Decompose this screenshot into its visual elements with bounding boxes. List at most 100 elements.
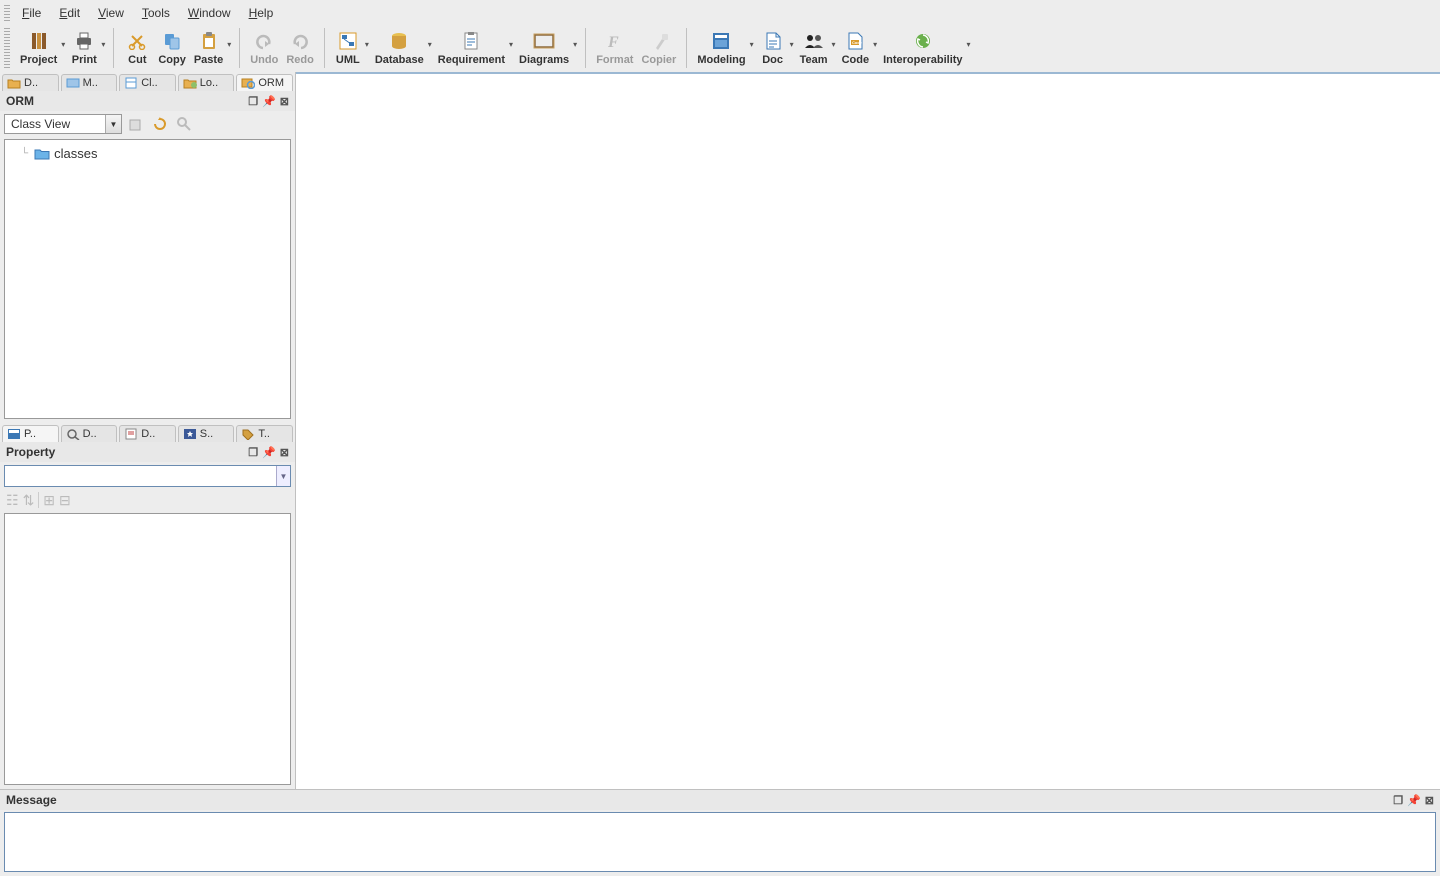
tab-d2[interactable]: D.. (61, 425, 118, 442)
copier-button[interactable]: Copier (637, 28, 680, 68)
code-icon: Code (846, 30, 864, 52)
doc-tab-icon (124, 428, 138, 440)
restore-icon[interactable]: ❐ (248, 446, 258, 459)
interoperability-button[interactable]: Interoperability (879, 28, 966, 68)
menu-tools[interactable]: Tools (134, 4, 178, 22)
modeling-icon (711, 30, 731, 52)
property-selector-combo[interactable]: ▼ (4, 465, 291, 487)
database-button[interactable]: Database (371, 28, 428, 68)
doc-label: Doc (762, 54, 783, 66)
cut-button[interactable]: Cut (120, 28, 154, 68)
redo-button[interactable]: Redo (282, 28, 318, 68)
interoperability-dropdown[interactable]: ▾ (967, 40, 973, 57)
chevron-down-icon[interactable]: ▼ (276, 466, 290, 486)
stereotype-icon (183, 428, 197, 440)
categorize-icon[interactable]: ☷ (6, 492, 19, 509)
property-toolbar: ☷ ⇅ ⊞ ⊟ (0, 490, 295, 513)
property-title: Property (6, 445, 55, 459)
orm-title: ORM (6, 94, 34, 108)
menu-edit[interactable]: Edit (51, 4, 88, 22)
undo-label: Undo (250, 54, 278, 66)
team-button[interactable]: Team (796, 28, 832, 68)
restore-icon[interactable]: ❐ (1393, 794, 1403, 807)
close-icon[interactable]: ⊠ (280, 95, 289, 108)
orm-toolbar: Class View ▼ (0, 111, 295, 137)
format-button[interactable]: F Format (592, 28, 637, 68)
project-icon (29, 30, 49, 52)
message-body[interactable] (4, 812, 1436, 872)
diagrams-icon (533, 30, 555, 52)
database-icon (389, 30, 409, 52)
property-grid[interactable] (4, 513, 291, 785)
pin-icon[interactable]: 📌 (262, 95, 276, 108)
print-dropdown[interactable]: ▾ (101, 40, 107, 57)
tab-cl[interactable]: Cl.. (119, 74, 176, 91)
left-column: D.. M.. Cl.. Lo.. ORM ORM ❐ � (0, 72, 296, 789)
pin-icon[interactable]: 📌 (262, 446, 276, 459)
cut-icon (128, 30, 146, 52)
tab-lo[interactable]: Lo.. (178, 74, 235, 91)
search-icon[interactable] (174, 114, 194, 134)
doc-button[interactable]: Doc (756, 28, 790, 68)
class-icon (124, 77, 138, 89)
close-icon[interactable]: ⊠ (1425, 794, 1434, 807)
collapse-icon[interactable]: ⊟ (59, 492, 71, 509)
preview-icon (66, 428, 80, 440)
print-button[interactable]: Print (67, 28, 101, 68)
menu-file[interactable]: File (14, 4, 49, 22)
tab-d3[interactable]: D.. (119, 425, 176, 442)
format-icon: F (606, 30, 624, 52)
main-row: D.. M.. Cl.. Lo.. ORM ORM ❐ � (0, 72, 1440, 789)
close-icon[interactable]: ⊠ (280, 446, 289, 459)
modeling-button[interactable]: Modeling (693, 28, 749, 68)
print-label: Print (72, 54, 97, 66)
diagram-canvas[interactable] (296, 72, 1440, 789)
tree-node-classes[interactable]: └ classes (9, 144, 286, 163)
requirement-icon (461, 30, 481, 52)
tab-s[interactable]: S.. (178, 425, 235, 442)
menu-window[interactable]: Window (180, 4, 239, 22)
copy-icon (162, 30, 182, 52)
logical-icon (183, 77, 197, 89)
tab-orm[interactable]: ORM (236, 74, 293, 91)
restore-icon[interactable]: ❐ (248, 95, 258, 108)
menubar-grip (4, 5, 10, 21)
interoperability-label: Interoperability (883, 54, 962, 66)
menu-view[interactable]: View (90, 4, 132, 22)
toolbar-grip (4, 28, 10, 68)
tab-p[interactable]: P.. (2, 425, 59, 442)
diagrams-dropdown[interactable]: ▾ (573, 40, 579, 57)
tab-d1[interactable]: D.. (2, 74, 59, 91)
orm-tree[interactable]: └ classes (4, 139, 291, 419)
sort-icon[interactable]: ⇅ (23, 492, 35, 509)
paste-label: Paste (194, 54, 223, 66)
uml-button[interactable]: UML (331, 28, 365, 68)
menu-help[interactable]: Help (241, 4, 282, 22)
orm-panel-header: ORM ❐ 📌 ⊠ (0, 91, 295, 111)
code-button[interactable]: Code Code (838, 28, 874, 68)
paste-dropdown[interactable]: ▾ (227, 40, 233, 57)
menubar: File Edit View Tools Window Help (0, 0, 1440, 26)
pin-icon[interactable]: 📌 (1407, 794, 1421, 807)
refresh-icon[interactable] (150, 114, 170, 134)
svg-text:F: F (607, 34, 619, 50)
undo-button[interactable]: Undo (246, 28, 282, 68)
new-item-icon[interactable] (126, 114, 146, 134)
orm-icon (241, 77, 255, 89)
uml-icon (338, 30, 358, 52)
diagrams-button[interactable]: Diagrams (515, 28, 573, 68)
copy-button[interactable]: Copy (154, 28, 190, 68)
uml-label: UML (336, 54, 360, 66)
message-panel: Message ❐ 📌 ⊠ (0, 789, 1440, 876)
expand-icon[interactable]: ⊞ (43, 492, 55, 509)
class-view-combo[interactable]: Class View ▼ (4, 114, 122, 134)
tab-m[interactable]: M.. (61, 74, 118, 91)
tab-t[interactable]: T.. (236, 425, 293, 442)
property-panel-header: Property ❐ 📌 ⊠ (0, 442, 295, 462)
project-button[interactable]: Project (16, 28, 61, 68)
requirement-button[interactable]: Requirement (434, 28, 509, 68)
property-selector-value (5, 466, 276, 486)
paste-button[interactable]: Paste (190, 28, 227, 68)
chevron-down-icon[interactable]: ▼ (105, 115, 121, 133)
class-view-value: Class View (5, 117, 105, 131)
